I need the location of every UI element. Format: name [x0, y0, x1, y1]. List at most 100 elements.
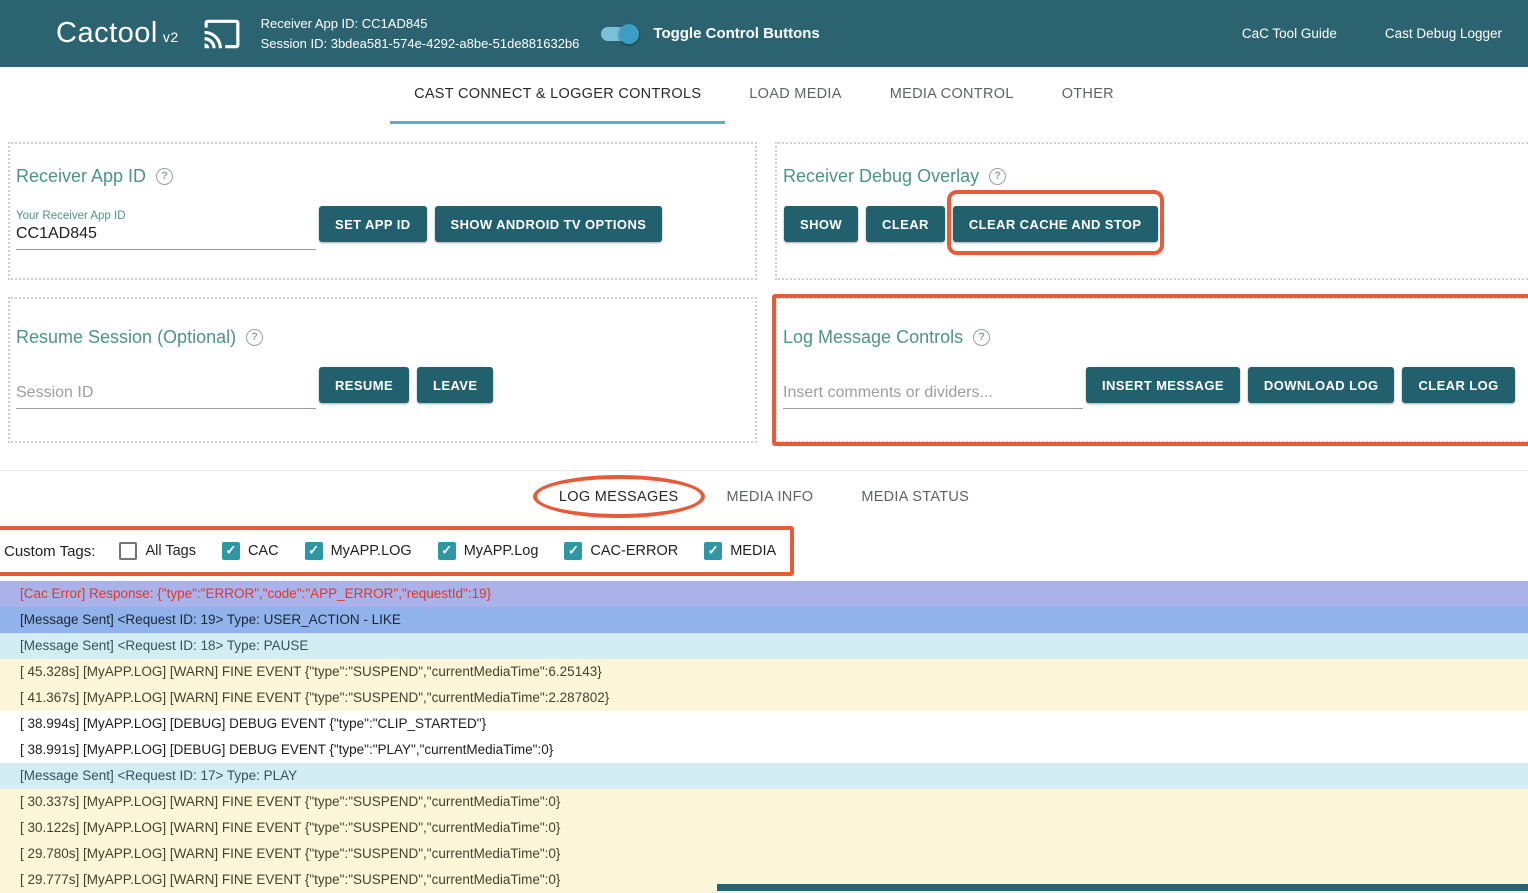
checkbox-cac-error[interactable] [564, 542, 582, 560]
log-message-list: [Cac Error] Response: {"type":"ERROR","c… [0, 581, 1528, 893]
card-body: RESUME LEAVE [16, 367, 741, 409]
tag-label-cac-error: CAC-ERROR [590, 543, 678, 559]
receiver-app-id-field: Your Receiver App ID [16, 206, 316, 250]
controls-grid: Receiver App ID ? Your Receiver App ID S… [8, 142, 1517, 443]
session-id-input[interactable] [16, 381, 316, 409]
toggle-knob [619, 24, 639, 44]
toggle-label: Toggle Control Buttons [653, 25, 819, 42]
download-log-button[interactable]: DOWNLOAD LOG [1248, 367, 1395, 403]
checkbox-myapp-log-upper[interactable] [305, 542, 323, 560]
app-logo: Cactool v2 [56, 17, 179, 50]
card-receiver-app-id: Receiver App ID ? Your Receiver App ID S… [8, 142, 757, 280]
set-app-id-button[interactable]: SET APP ID [319, 206, 427, 242]
card-receiver-debug-overlay: Receiver Debug Overlay ? SHOW CLEAR CLEA… [775, 142, 1528, 280]
log-row: [Message Sent] <Request ID: 18> Type: PA… [0, 633, 1528, 659]
header-links: CaC Tool Guide Cast Debug Logger [1242, 26, 1502, 41]
tag-media[interactable]: MEDIA [704, 542, 776, 560]
cast-debug-logger-link[interactable]: Cast Debug Logger [1385, 26, 1502, 41]
log-row: [ 30.337s] [MyAPP.LOG] [WARN] FINE EVENT… [0, 789, 1528, 815]
tag-label-cac: CAC [248, 543, 279, 559]
log-message-controls-title: Log Message Controls [783, 327, 963, 348]
footer-bar [717, 884, 1528, 891]
log-row: [ 41.367s] [MyAPP.LOG] [WARN] FINE EVENT… [0, 685, 1528, 711]
clear-overlay-button[interactable]: CLEAR [866, 206, 945, 242]
tag-myapp-log[interactable]: MyAPP.Log [438, 542, 539, 560]
tab-media-info[interactable]: MEDIA INFO [703, 471, 838, 526]
tag-label-media: MEDIA [730, 543, 776, 559]
app-title: Cactool [56, 17, 158, 49]
app-version: v2 [163, 29, 179, 45]
cast-icon [199, 15, 245, 53]
checkbox-cac[interactable] [222, 542, 240, 560]
resume-button[interactable]: RESUME [319, 367, 409, 403]
card-title-row: Receiver Debug Overlay ? [783, 166, 1515, 186]
clear-log-button[interactable]: CLEAR LOG [1402, 367, 1514, 403]
tag-label-myapp-log-upper: MyAPP.LOG [331, 543, 412, 559]
card-body: Your Receiver App ID SET APP ID SHOW AND… [16, 206, 741, 250]
toggle-wrap: Toggle Control Buttons [601, 25, 819, 42]
help-icon[interactable]: ? [989, 168, 1006, 185]
log-row: [ 45.328s] [MyAPP.LOG] [WARN] FINE EVENT… [0, 659, 1528, 685]
button-row: SET APP ID SHOW ANDROID TV OPTIONS [319, 206, 662, 242]
button-row: INSERT MESSAGE DOWNLOAD LOG CLEAR LOG [1086, 367, 1515, 403]
tab-log-messages-label: LOG MESSAGES [559, 489, 679, 505]
button-row: RESUME LEAVE [319, 367, 493, 403]
main-tab-bar: CAST CONNECT & LOGGER CONTROLS LOAD MEDI… [0, 67, 1528, 124]
help-icon[interactable]: ? [246, 329, 263, 346]
log-row: [ 38.994s] [MyAPP.LOG] [DEBUG] DEBUG EVE… [0, 711, 1528, 737]
insert-message-button[interactable]: INSERT MESSAGE [1086, 367, 1240, 403]
tab-media-control[interactable]: MEDIA CONTROL [866, 67, 1038, 124]
receiver-app-id-title: Receiver App ID [16, 166, 146, 187]
annotation-highlight-custom-tags: Custom Tags: All Tags CAC MyAPP.LOG MyAP… [0, 526, 794, 576]
tab-media-status[interactable]: MEDIA STATUS [837, 471, 993, 526]
log-row: [Message Sent] <Request ID: 17> Type: PL… [0, 763, 1528, 789]
tab-log-messages[interactable]: LOG MESSAGES [535, 471, 703, 526]
control-buttons-toggle[interactable] [601, 27, 635, 41]
receiver-app-id-text: Receiver App ID: CC1AD845 [261, 14, 580, 34]
annotated-button-wrap: CLEAR CACHE AND STOP [953, 206, 1158, 242]
card-title-row: Receiver App ID ? [16, 166, 741, 186]
log-row: [Cac Error] Response: {"type":"ERROR","c… [0, 581, 1528, 607]
session-id-field [16, 367, 316, 409]
card-title-row: Log Message Controls ? [783, 327, 1515, 347]
log-tab-bar: LOG MESSAGES MEDIA INFO MEDIA STATUS [0, 470, 1528, 526]
tag-label-myapp-log: MyAPP.Log [464, 543, 539, 559]
checkbox-media[interactable] [704, 542, 722, 560]
checkbox-all-tags[interactable] [119, 542, 137, 560]
tag-cac-error[interactable]: CAC-ERROR [564, 542, 678, 560]
clear-cache-and-stop-button[interactable]: CLEAR CACHE AND STOP [953, 206, 1158, 242]
custom-tags-label: Custom Tags: [4, 543, 95, 560]
log-row: [ 38.991s] [MyAPP.LOG] [DEBUG] DEBUG EVE… [0, 737, 1528, 763]
resume-session-title: Resume Session (Optional) [16, 327, 236, 348]
tab-load-media[interactable]: LOAD MEDIA [725, 67, 865, 124]
receiver-debug-overlay-title: Receiver Debug Overlay [783, 166, 979, 187]
log-row: [ 29.780s] [MyAPP.LOG] [WARN] FINE EVENT… [0, 841, 1528, 867]
receiver-app-id-input[interactable] [16, 222, 316, 250]
leave-button[interactable]: LEAVE [417, 367, 493, 403]
log-row: [Message Sent] <Request ID: 19> Type: US… [0, 607, 1528, 633]
tag-cac[interactable]: CAC [222, 542, 279, 560]
session-info: Receiver App ID: CC1AD845 Session ID: 3b… [261, 14, 580, 54]
card-body: INSERT MESSAGE DOWNLOAD LOG CLEAR LOG [783, 367, 1515, 409]
cac-tool-guide-link[interactable]: CaC Tool Guide [1242, 26, 1337, 41]
tab-other[interactable]: OTHER [1038, 67, 1138, 124]
session-id-text: Session ID: 3bdea581-574e-4292-a8be-51de… [261, 34, 580, 54]
tag-label-all-tags: All Tags [145, 543, 196, 559]
log-comment-input[interactable] [783, 381, 1083, 409]
checkbox-myapp-log[interactable] [438, 542, 456, 560]
card-title-row: Resume Session (Optional) ? [16, 327, 741, 347]
show-android-tv-options-button[interactable]: SHOW ANDROID TV OPTIONS [435, 206, 663, 242]
show-overlay-button[interactable]: SHOW [784, 206, 858, 242]
receiver-app-id-field-label: Your Receiver App ID [16, 210, 316, 222]
help-icon[interactable]: ? [156, 168, 173, 185]
card-resume-session: Resume Session (Optional) ? RESUME LEAVE [8, 297, 757, 443]
log-row: [ 30.122s] [MyAPP.LOG] [WARN] FINE EVENT… [0, 815, 1528, 841]
custom-tags-bar: Custom Tags: All Tags CAC MyAPP.LOG MyAP… [0, 526, 1528, 576]
help-icon[interactable]: ? [973, 329, 990, 346]
card-log-message-controls: Log Message Controls ? INSERT MESSAGE DO… [775, 297, 1528, 443]
tag-all-tags[interactable]: All Tags [119, 542, 196, 560]
app-header: Cactool v2 Receiver App ID: CC1AD845 Sess… [0, 0, 1528, 67]
tag-myapp-log-upper[interactable]: MyAPP.LOG [305, 542, 412, 560]
log-comment-field [783, 367, 1083, 409]
tab-cast-connect-logger-controls[interactable]: CAST CONNECT & LOGGER CONTROLS [390, 67, 725, 124]
